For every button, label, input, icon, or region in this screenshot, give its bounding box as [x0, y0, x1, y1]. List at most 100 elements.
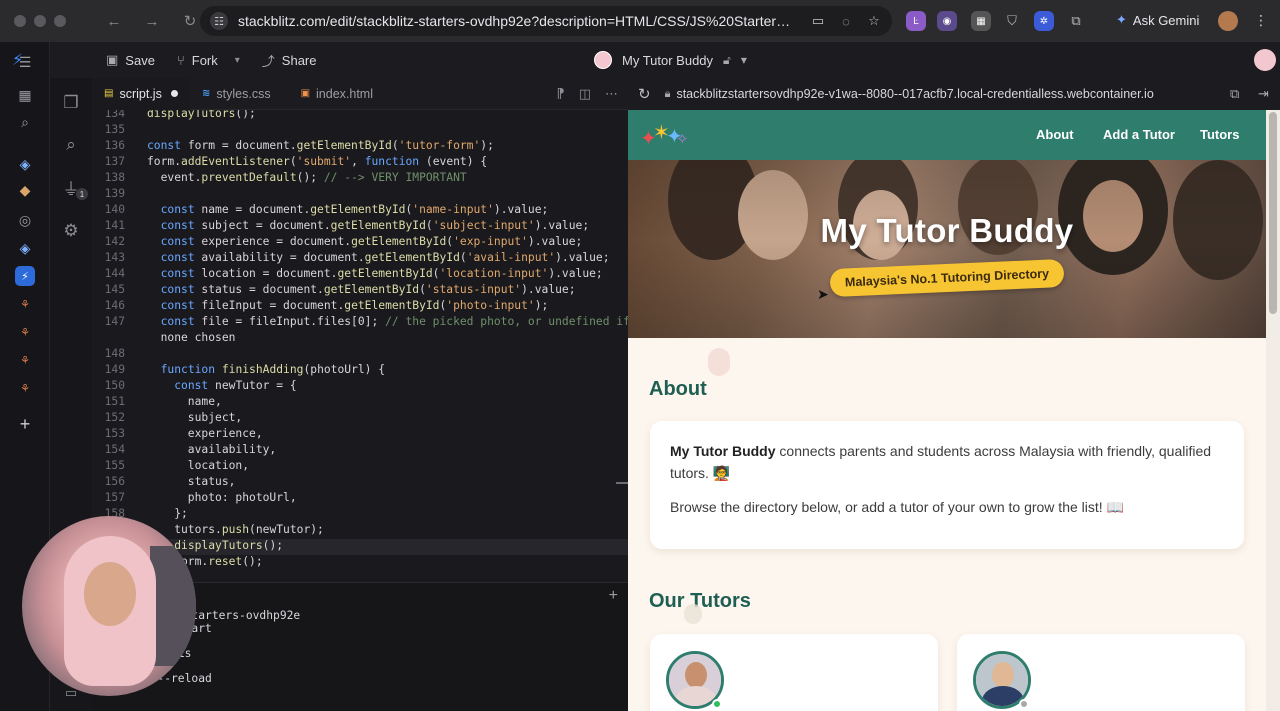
extension-icon-3[interactable]: ▦ [971, 11, 991, 31]
code-line[interactable]: 153 experience, [92, 427, 628, 443]
code-line[interactable]: 134 displayTutors(); [92, 110, 628, 123]
project-icon-4[interactable]: ⚘ [15, 378, 35, 398]
code-text[interactable]: const location = document.getElementById… [125, 267, 603, 283]
extension-icon-2[interactable]: ◉ [937, 11, 957, 31]
site-settings-icon[interactable]: ☷ [210, 12, 228, 30]
code-line[interactable]: 146 const fileInput = document.getElemen… [92, 299, 628, 315]
address-bar[interactable]: ☷ stackblitz.com/edit/stackblitz-starter… [200, 6, 892, 36]
extension-icon-5[interactable]: ✲ [1034, 11, 1054, 31]
window-controls[interactable] [14, 15, 66, 27]
close-preview-icon[interactable]: ⇥ [1258, 86, 1269, 102]
close-window-icon[interactable] [14, 15, 26, 27]
code-line[interactable]: tutors.push(newTutor); [92, 523, 628, 539]
forward-arrow-icon[interactable]: → [144, 13, 160, 30]
bookmark-star-icon[interactable]: ☆ [866, 13, 882, 29]
preview-url[interactable]: stackblitzstartersovdhp92e-v1wa--8080--0… [676, 87, 1153, 101]
code-line[interactable]: 158 }; [92, 507, 628, 523]
code-text[interactable]: const fileInput = document.getElementByI… [125, 299, 549, 315]
hide-eye-icon[interactable]: ◌ [838, 14, 854, 29]
fork-button[interactable]: ⑂ Fork ▾ [177, 53, 240, 68]
more-icon[interactable]: ⋯ [605, 86, 618, 102]
code-line[interactable]: 140 const name = document.getElementById… [92, 203, 628, 219]
code-line[interactable]: 143 const availability = document.getEle… [92, 251, 628, 267]
code-text[interactable]: none chosen [125, 331, 236, 347]
project-title[interactable]: My Tutor Buddy 🔓︎ ▾ [594, 42, 747, 78]
code-line[interactable]: 139 [92, 187, 628, 203]
code-text[interactable]: availability, [125, 443, 276, 459]
save-button[interactable]: ▣ Save [106, 52, 155, 68]
site-logo[interactable]: ✦ ✶ ✦ ✧ [640, 118, 690, 152]
code-text[interactable]: const form = document.getElementById('tu… [125, 139, 494, 155]
code-line[interactable]: 145 const status = document.getElementBy… [92, 283, 628, 299]
new-terminal-icon[interactable]: + [609, 587, 618, 605]
ask-gemini-button[interactable]: ✦ Ask Gemini [1116, 12, 1199, 28]
code-text[interactable]: name, [125, 395, 222, 411]
settings-gear-icon[interactable]: ⚙ [60, 220, 82, 242]
code-line[interactable]: 147 const file = fileInput.files[0]; // … [92, 315, 628, 331]
code-line[interactable]: 149 function finishAdding(photoUrl) { [92, 363, 628, 379]
code-text[interactable]: form.addEventListener('submit', function… [125, 155, 487, 171]
code-text[interactable]: const availability = document.getElement… [125, 251, 610, 267]
code-line[interactable]: 148 [92, 347, 628, 363]
puzzle-extensions-icon[interactable]: ⧉ [1066, 11, 1086, 31]
code-text[interactable]: const newTutor = { [125, 379, 296, 395]
code-line[interactable]: 144 const location = document.getElement… [92, 267, 628, 283]
app-icon-1[interactable]: ◈ [15, 154, 35, 174]
add-project-icon[interactable]: + [15, 414, 35, 434]
project-icon-3[interactable]: ⚘ [15, 350, 35, 370]
tutor-card[interactable] [957, 634, 1245, 711]
code-line[interactable]: 138 event.preventDefault(); // --> VERY … [92, 171, 628, 187]
code-editor[interactable]: 134 displayTutors(); 135 136 const form = do… [92, 110, 628, 582]
active-project-icon[interactable]: ⚡ [15, 266, 35, 286]
project-icon-2[interactable]: ⚘ [15, 322, 35, 342]
code-line[interactable]: 137 form.addEventListener('submit', funct… [92, 155, 628, 171]
code-text[interactable]: const subject = document.getElementById(… [125, 219, 590, 235]
code-line[interactable]: 141 const subject = document.getElementB… [92, 219, 628, 235]
minimize-window-icon[interactable] [34, 15, 46, 27]
nav-link-tutors[interactable]: Tutors [1200, 127, 1239, 142]
chevron-down-icon[interactable]: ▾ [235, 55, 240, 66]
code-text[interactable]: location, [125, 459, 249, 475]
code-line[interactable]: 136 const form = document.getElementById(… [92, 139, 628, 155]
project-icon-1[interactable]: ⚘ [15, 294, 35, 314]
code-text[interactable]: displayTutors(); [125, 110, 256, 123]
chevron-down-icon[interactable]: ▾ [741, 53, 747, 67]
code-line[interactable]: 156 status, [92, 475, 628, 491]
format-icon[interactable]: ⁋ [556, 86, 564, 102]
code-text[interactable]: const file = fileInput.files[0]; // the … [125, 315, 628, 331]
search-icon[interactable]: ⌕ [60, 134, 82, 156]
nav-link-about[interactable]: About [1036, 127, 1074, 142]
code-line[interactable]: 150 const newTutor = { [92, 379, 628, 395]
shield-extension-icon[interactable]: ⛉ [1002, 11, 1022, 31]
profile-avatar[interactable] [1218, 11, 1238, 31]
dashboard-icon[interactable]: ▦ [15, 85, 35, 105]
preview-scrollbar[interactable] [1266, 110, 1280, 711]
code-line[interactable]: 142 const experience = document.getEleme… [92, 235, 628, 251]
user-avatar[interactable] [1254, 49, 1276, 71]
maximize-window-icon[interactable] [54, 15, 66, 27]
nav-link-add-tutor[interactable]: Add a Tutor [1103, 127, 1175, 142]
code-text[interactable]: subject, [125, 411, 242, 427]
code-text[interactable]: const name = document.getElementById('na… [125, 203, 549, 219]
tab-script-js[interactable]: ▤ script.js [92, 77, 190, 110]
code-line[interactable]: 154 availability, [92, 443, 628, 459]
search-code-icon[interactable]: ⌕ [15, 112, 35, 132]
tutor-card[interactable] [650, 634, 938, 711]
back-arrow-icon[interactable]: ← [106, 13, 122, 30]
code-line[interactable]: 157 photo: photoUrl, [92, 491, 628, 507]
tab-index-html[interactable]: ▣ index.html [289, 78, 385, 110]
code-line[interactable]: none chosen [92, 331, 628, 347]
code-text[interactable]: photo: photoUrl, [125, 491, 297, 507]
scrollbar-thumb[interactable] [1269, 112, 1277, 314]
code-text[interactable]: status, [125, 475, 236, 491]
code-text[interactable] [125, 347, 147, 363]
cast-icon[interactable]: ▭ [810, 13, 826, 29]
code-text[interactable] [125, 187, 147, 203]
files-icon[interactable]: ❐ [60, 92, 82, 114]
code-text[interactable]: const status = document.getElementById('… [125, 283, 576, 299]
code-text[interactable]: event.preventDefault(); // --> VERY IMPO… [125, 171, 467, 187]
reload-icon[interactable]: ↻ [182, 12, 198, 30]
open-new-window-icon[interactable]: ⧉ [1230, 86, 1239, 102]
address-url[interactable]: stackblitz.com/edit/stackblitz-starters-… [238, 13, 798, 29]
lock-icon[interactable]: 🔓︎ [723, 53, 731, 68]
